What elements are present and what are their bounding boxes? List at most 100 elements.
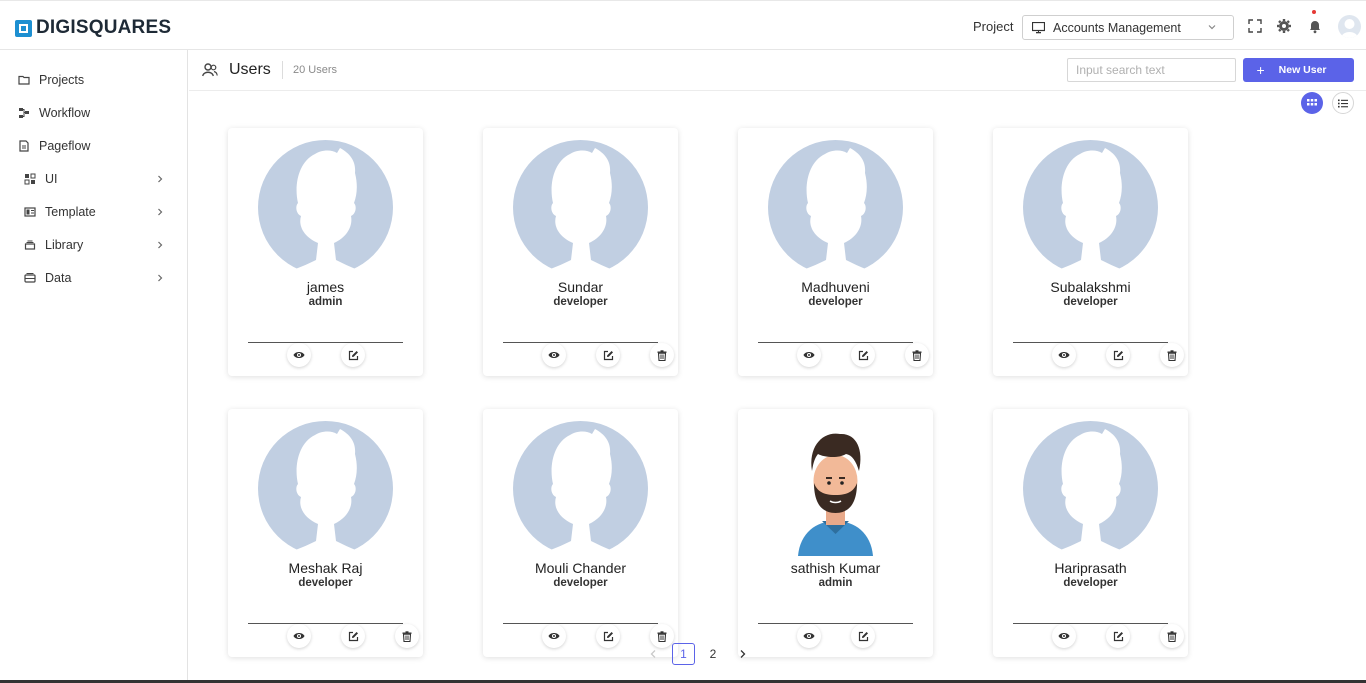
eye-icon <box>293 633 305 639</box>
plus-icon: + <box>1256 62 1265 78</box>
user-card[interactable]: Sundar developer <box>483 128 678 376</box>
view-user-button[interactable] <box>797 343 821 367</box>
user-card[interactable]: james admin <box>228 128 423 376</box>
view-user-button[interactable] <box>797 624 821 648</box>
user-card[interactable]: Mouli Chander developer <box>483 409 678 657</box>
card-divider <box>503 623 658 624</box>
sidebar-item-library[interactable]: Library <box>0 231 187 259</box>
user-role: admin <box>308 296 343 308</box>
sidebar-item-template[interactable]: Template <box>0 198 187 226</box>
user-role: developer <box>553 296 608 308</box>
trash-icon <box>657 349 667 361</box>
default-avatar-icon <box>1023 421 1158 556</box>
pagination-next[interactable] <box>735 643 751 665</box>
edit-icon <box>858 350 868 360</box>
project-select-value: Accounts Management <box>1053 20 1181 35</box>
fullscreen-icon[interactable] <box>1247 18 1263 34</box>
trash-icon <box>1167 349 1177 361</box>
user-card[interactable]: Meshak Raj developer <box>228 409 423 657</box>
pagination-page-2[interactable]: 2 <box>703 643 723 665</box>
edit-user-button[interactable] <box>1106 343 1130 367</box>
chevron-left-icon <box>650 650 656 658</box>
chevron-right-icon <box>158 208 163 216</box>
workflow-icon <box>19 108 29 118</box>
grid-view-toggle[interactable] <box>1301 92 1323 114</box>
edit-user-button[interactable] <box>596 624 620 648</box>
card-divider <box>1013 623 1168 624</box>
user-role: admin <box>818 577 853 589</box>
edit-user-button[interactable] <box>596 343 620 367</box>
app-logo[interactable]: DIGISQUARES <box>15 17 171 39</box>
sidebar-item-ui[interactable]: UI <box>0 165 187 193</box>
user-name: Hariprasath <box>1054 560 1127 576</box>
delete-user-button[interactable] <box>905 343 929 367</box>
bell-icon[interactable] <box>1307 18 1323 34</box>
chevron-right-icon <box>158 241 163 249</box>
sidebar-item-label: Projects <box>39 73 85 87</box>
view-user-button[interactable] <box>1052 343 1076 367</box>
project-select[interactable]: Accounts Management <box>1022 15 1234 40</box>
page-icon <box>19 140 29 152</box>
delete-user-button[interactable] <box>650 343 674 367</box>
pagination-prev[interactable] <box>645 643 661 665</box>
trash-icon <box>912 349 922 361</box>
project-label: Project <box>973 19 1014 34</box>
card-divider <box>503 342 658 343</box>
user-card[interactable]: Hariprasath developer <box>993 409 1188 657</box>
edit-user-button[interactable] <box>851 343 875 367</box>
default-avatar-icon <box>513 421 648 556</box>
view-user-button[interactable] <box>287 624 311 648</box>
pagination-page-1[interactable]: 1 <box>672 643 695 665</box>
delete-user-button[interactable] <box>395 624 419 648</box>
search-input[interactable] <box>1067 58 1236 82</box>
card-divider <box>248 623 403 624</box>
edit-user-button[interactable] <box>851 624 875 648</box>
user-card[interactable]: Subalakshmi developer <box>993 128 1188 376</box>
trash-icon <box>1167 630 1177 642</box>
sidebar-item-pageflow[interactable]: Pageflow <box>0 132 187 160</box>
users-count: 20 Users <box>293 64 338 76</box>
template-icon <box>24 207 36 217</box>
default-avatar-icon <box>258 421 393 556</box>
chevron-right-icon <box>158 274 163 282</box>
sidebar-item-workflow[interactable]: Workflow <box>0 99 187 127</box>
card-divider <box>1013 342 1168 343</box>
users-icon <box>202 63 218 77</box>
delete-user-button[interactable] <box>1160 343 1184 367</box>
list-view-toggle[interactable] <box>1332 92 1354 114</box>
user-name: Subalakshmi <box>1050 279 1131 295</box>
user-role: developer <box>553 577 608 589</box>
grid-dots-icon <box>1307 99 1317 106</box>
delete-user-button[interactable] <box>1160 624 1184 648</box>
new-user-button[interactable]: + New User <box>1243 58 1354 82</box>
view-user-button[interactable] <box>1052 624 1076 648</box>
sidebar-item-label: Workflow <box>39 106 91 120</box>
edit-user-button[interactable] <box>341 343 365 367</box>
edit-user-button[interactable] <box>1106 624 1130 648</box>
monitor-icon <box>1032 21 1045 33</box>
grid-icon <box>24 173 36 185</box>
view-user-button[interactable] <box>287 343 311 367</box>
edit-icon <box>603 631 613 641</box>
default-avatar-icon <box>768 140 903 275</box>
notification-dot <box>1312 10 1316 14</box>
edit-user-button[interactable] <box>341 624 365 648</box>
library-icon <box>24 240 36 250</box>
database-icon <box>24 273 36 283</box>
sidebar-item-projects[interactable]: Projects <box>0 66 187 94</box>
user-role: developer <box>1063 296 1118 308</box>
sidebar-item-label: Data <box>45 271 72 285</box>
sidebar-item-data[interactable]: Data <box>0 264 187 292</box>
edit-icon <box>1113 631 1123 641</box>
chevron-right-icon <box>740 650 746 658</box>
folder-icon <box>18 75 30 85</box>
user-card[interactable]: sathish Kumar admin <box>738 409 933 657</box>
user-avatar[interactable] <box>1338 15 1361 38</box>
view-user-button[interactable] <box>542 624 566 648</box>
gear-icon[interactable] <box>1276 18 1292 34</box>
edit-icon <box>1113 350 1123 360</box>
user-role: developer <box>298 577 353 589</box>
user-card[interactable]: Madhuveni developer <box>738 128 933 376</box>
edit-icon <box>348 350 358 360</box>
view-user-button[interactable] <box>542 343 566 367</box>
